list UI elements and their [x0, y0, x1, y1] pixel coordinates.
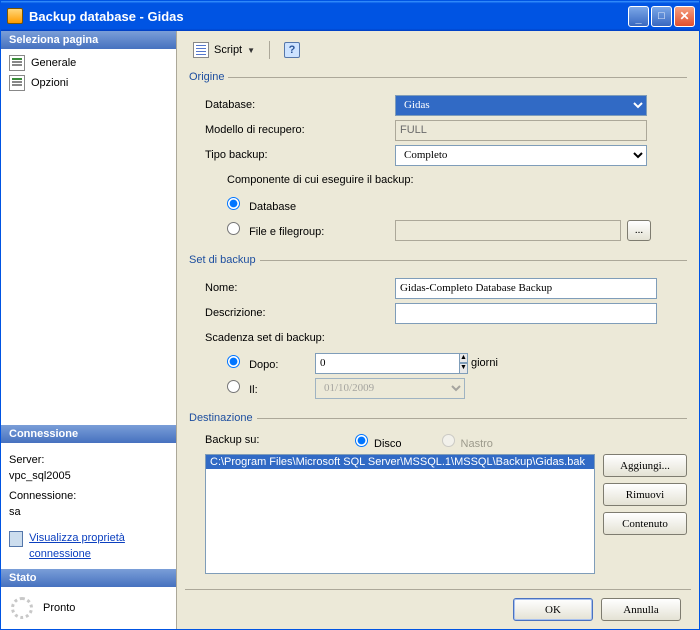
add-button[interactable]: Aggiungi...: [603, 454, 687, 477]
sidebar-item-label: Opzioni: [31, 77, 68, 89]
backup-type-select[interactable]: Completo: [395, 145, 647, 166]
component-db-option[interactable]: Database: [205, 197, 395, 213]
ok-button[interactable]: OK: [513, 598, 593, 621]
component-filegroup-radio[interactable]: [227, 222, 240, 235]
set-name-label: Nome:: [205, 282, 395, 294]
sidebar-item-generale[interactable]: Generale: [7, 53, 170, 73]
script-button[interactable]: Script ▼: [187, 39, 261, 61]
window-title: Backup database - Gidas: [29, 9, 628, 24]
recovery-value: FULL: [395, 120, 647, 141]
expire-on-date: 01/10/2009: [315, 378, 465, 399]
select-page-header: Seleziona pagina: [1, 31, 176, 49]
backup-type-label: Tipo backup:: [205, 149, 395, 161]
destination-group: Destinazione Backup su: Disco Nastro C:\…: [185, 412, 687, 578]
dialog-window: Backup database - Gidas _ □ ✕ Seleziona …: [0, 0, 700, 630]
sidebar-item-label: Generale: [31, 57, 76, 69]
recovery-label: Modello di recupero:: [205, 124, 395, 136]
expire-on-radio[interactable]: [227, 380, 240, 393]
set-expiry-label: Scadenza set di backup:: [205, 332, 395, 344]
main-panel: Script ▼ ? ? Origine Database: G: [177, 31, 699, 629]
close-button[interactable]: ✕: [674, 6, 695, 27]
sidebar: Seleziona pagina Generale Opzioni Connes…: [1, 31, 177, 629]
expire-after-label: Dopo:: [249, 359, 278, 371]
destination-legend: Destinazione: [185, 412, 257, 424]
network-icon: [9, 531, 23, 547]
backup-to-label: Backup su:: [205, 434, 355, 450]
spin-up-icon[interactable]: ▲: [459, 353, 468, 364]
page-icon: [9, 55, 25, 71]
expire-after-radio[interactable]: [227, 355, 240, 368]
origin-legend: Origine: [185, 71, 228, 83]
server-label: Server:: [9, 453, 168, 469]
maximize-button[interactable]: □: [651, 6, 672, 27]
origin-group: Origine Database: Gidas Modello di recup…: [185, 71, 687, 248]
help-button[interactable]: ? ?: [278, 39, 306, 61]
filegroup-input: [395, 220, 621, 241]
server-value: vpc_sql2005: [9, 469, 168, 485]
status-spinner-icon: [11, 597, 33, 619]
contents-button[interactable]: Contenuto: [603, 512, 687, 535]
set-name-input[interactable]: [395, 278, 657, 299]
disk-radio[interactable]: [355, 434, 368, 447]
connection-label: Connessione:: [9, 489, 168, 505]
backup-path-item[interactable]: C:\Program Files\Microsoft SQL Server\MS…: [206, 455, 594, 469]
titlebar: Backup database - Gidas _ □ ✕: [1, 1, 699, 31]
script-icon: [193, 42, 209, 58]
tape-radio: [442, 434, 455, 447]
toolbar: Script ▼ ? ?: [185, 35, 691, 65]
expire-after-input[interactable]: [315, 353, 459, 374]
sidebar-item-opzioni[interactable]: Opzioni: [7, 73, 170, 93]
set-desc-input[interactable]: [395, 303, 657, 324]
set-desc-label: Descrizione:: [205, 307, 395, 319]
expire-after-spinner[interactable]: ▲▼: [315, 353, 465, 374]
view-connection-props-link[interactable]: Visualizza proprietà connessione: [9, 531, 168, 563]
cancel-button[interactable]: Annulla: [601, 598, 681, 621]
minimize-button[interactable]: _: [628, 6, 649, 27]
backup-path-list[interactable]: C:\Program Files\Microsoft SQL Server\MS…: [205, 454, 595, 574]
tape-option: Nastro: [442, 434, 493, 450]
backup-set-legend: Set di backup: [185, 254, 260, 266]
footer: OK Annulla: [185, 589, 691, 629]
filegroup-browse-button[interactable]: ...: [627, 220, 651, 241]
chevron-down-icon: ▼: [247, 46, 255, 55]
state-header: Stato: [1, 569, 176, 587]
remove-button[interactable]: Rimuovi: [603, 483, 687, 506]
connection-header: Connessione: [1, 425, 176, 443]
connection-value: sa: [9, 505, 168, 521]
separator: [269, 41, 270, 59]
database-select[interactable]: Gidas: [395, 95, 647, 116]
component-filegroup-option[interactable]: File e filegroup:: [205, 222, 395, 238]
disk-option[interactable]: Disco: [355, 434, 402, 450]
backup-set-group: Set di backup Nome: Descrizione: Scadenz…: [185, 254, 687, 406]
app-icon: [7, 8, 23, 24]
page-icon: [9, 75, 25, 91]
expire-on-label: Il:: [249, 384, 258, 396]
spin-down-icon[interactable]: ▼: [459, 363, 468, 374]
component-label: Componente di cui eseguire il backup:: [205, 174, 414, 186]
help-icon: ?: [284, 42, 300, 58]
state-value: Pronto: [43, 602, 75, 614]
expire-after-unit: giorni: [471, 357, 498, 369]
database-label: Database:: [205, 99, 395, 111]
component-db-radio[interactable]: [227, 197, 240, 210]
